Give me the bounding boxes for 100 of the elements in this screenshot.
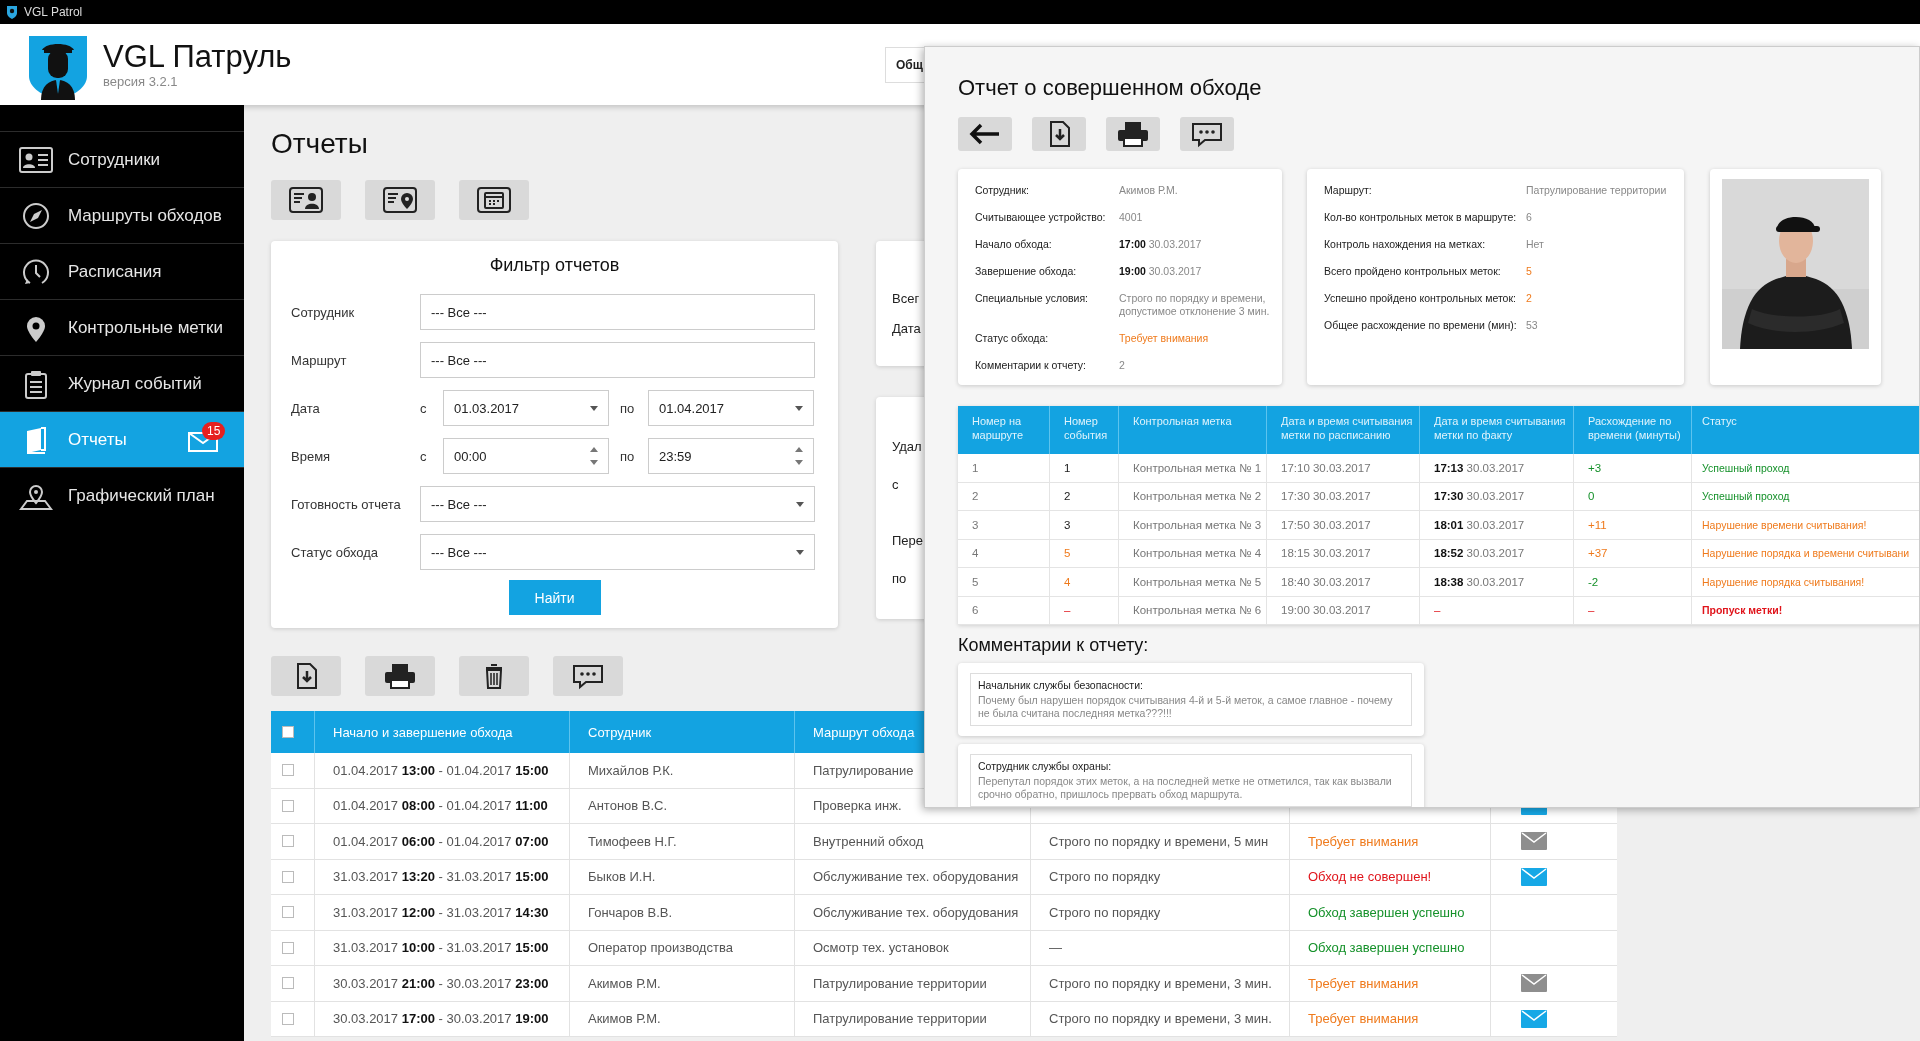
table-cell: Пропуск метки! xyxy=(1702,604,1783,617)
detail-label: Завершение обхода: xyxy=(975,265,1078,278)
table-cell: 17:30 30.03.2017 xyxy=(1434,490,1525,503)
table-cell: 4 xyxy=(1064,575,1071,588)
table-cell: Антонов В.С. xyxy=(588,798,668,814)
range-label: по xyxy=(620,448,636,464)
app-name: VGL Патруль xyxy=(103,40,292,74)
table-cell: Акимов Р.М. xyxy=(588,975,661,991)
table-cell: Контрольная метка № 4 xyxy=(1133,547,1262,560)
status-text: Обход завершен успешно xyxy=(1308,940,1465,956)
detail-value: 19:00 30.03.2017 xyxy=(1119,265,1202,278)
status-text: Требует внимания xyxy=(1308,1011,1419,1027)
table-cell: Нарушение времени считывания! xyxy=(1702,518,1867,531)
table-cell: – xyxy=(1588,604,1595,617)
table-cell: 6 xyxy=(972,604,979,617)
card-label: Дата xyxy=(892,321,922,338)
field-label: Статус обхода xyxy=(291,544,380,560)
table-cell: Строго по порядку xyxy=(1049,869,1161,885)
table-cell: Контрольная метка № 3 xyxy=(1133,518,1262,531)
field-label: Дата xyxy=(291,400,321,416)
table-cell: 17:50 30.03.2017 xyxy=(1281,518,1371,531)
table-cell: Обслуживание тех. оборудования xyxy=(813,869,1019,885)
table-cell: Внутренний обход xyxy=(813,833,924,849)
table-cell: 18:40 30.03.2017 xyxy=(1281,575,1371,588)
table-cell: Строго по порядку и времени, 5 мин xyxy=(1049,833,1269,849)
table-cell: +37 xyxy=(1588,547,1608,560)
detail-value: Акимов Р.М. xyxy=(1119,184,1178,197)
table-cell: Оператор производства xyxy=(588,940,733,956)
table-cell: 30.03.2017 17:00 - 30.03.2017 19:00 xyxy=(333,1011,549,1027)
table-cell: 3 xyxy=(1064,518,1071,531)
field-label: Готовность отчета xyxy=(291,496,402,512)
detail-label: Общее расхождение по времени (мин): xyxy=(1324,319,1518,332)
table-cell: Осмотр тех. установок xyxy=(813,940,949,956)
table-cell: Контрольная метка № 5 xyxy=(1133,575,1262,588)
detail-label: Считывающее устройство: xyxy=(975,211,1107,224)
table-cell: 1 xyxy=(972,461,979,474)
notification-badge: 15 xyxy=(202,422,226,440)
detail-label: Кол-во контрольных меток в маршруте: xyxy=(1324,211,1518,224)
table-cell: 5 xyxy=(972,575,979,588)
detail-value: 2 xyxy=(1119,359,1125,372)
table-cell: Михайлов Р.К. xyxy=(588,762,674,778)
table-cell: 3 xyxy=(972,518,979,531)
table-cell: Строго по порядку и времени, 3 мин. xyxy=(1049,975,1272,991)
range-label: с xyxy=(420,400,428,416)
detail-value: Нет xyxy=(1526,238,1544,251)
table-cell: 30.03.2017 21:00 - 30.03.2017 23:00 xyxy=(333,975,549,991)
field-label: Время xyxy=(291,448,332,464)
table-cell: Нарушение порядка и времени считывани xyxy=(1702,547,1910,560)
table-cell: 1 xyxy=(1064,461,1071,474)
table-cell: 18:38 30.03.2017 xyxy=(1434,575,1525,588)
table-cell: 0 xyxy=(1588,490,1595,503)
card-label: Пере xyxy=(892,533,925,550)
table-cell: 18:15 30.03.2017 xyxy=(1281,547,1371,560)
table-cell: +3 xyxy=(1588,461,1602,474)
detail-value: Строго по порядку и времени, допустимое отклонение 3 мин. xyxy=(1119,292,1271,318)
table-cell: Патрулирование xyxy=(813,762,914,778)
table-cell: Проверка инж. xyxy=(813,798,902,814)
detail-label: Комментарии к отчету: xyxy=(975,359,1088,372)
table-cell: Акимов Р.М. xyxy=(588,1011,661,1027)
table-cell: 4 xyxy=(972,547,979,560)
comment-author: Начальник службы безопасности: xyxy=(978,679,1144,691)
table-cell: Нарушение порядка считывания! xyxy=(1702,575,1865,588)
detail-label: Сотрудник: xyxy=(975,184,1030,197)
card-label: Удал xyxy=(892,439,923,456)
detail-value: 53 xyxy=(1526,319,1538,332)
table-cell: 5 xyxy=(1064,547,1071,560)
status-text: Требует внимания xyxy=(1308,975,1419,991)
card-label: по xyxy=(892,571,908,588)
detail-value: Патрулирование территории xyxy=(1526,184,1667,197)
table-cell: 31.03.2017 12:00 - 31.03.2017 14:30 xyxy=(333,904,549,920)
table-cell: – xyxy=(1064,604,1071,617)
table-cell: Успешный проход xyxy=(1702,490,1790,503)
table-cell: 18:01 30.03.2017 xyxy=(1434,518,1525,531)
detail-label: Маршрут: xyxy=(1324,184,1373,197)
table-cell: Строго по порядку и времени, 3 мин. xyxy=(1049,1011,1272,1027)
detail-label: Специальные условия: xyxy=(975,292,1090,306)
table-cell: Контрольная метка № 6 xyxy=(1133,604,1262,617)
card-label: Всег xyxy=(892,291,921,308)
comment-text: Перепутал порядок этих меток, а на последней метке не отметился, так как вызвали срочно обратно, пришлось прервать обход маршрута. xyxy=(978,775,1393,801)
section-title: Комментарии к отчету: xyxy=(958,635,1150,657)
table-cell: — xyxy=(1049,940,1062,956)
table-cell: 2 xyxy=(972,490,979,503)
table-cell: 31.03.2017 13:20 - 31.03.2017 15:00 xyxy=(333,869,549,885)
table-cell: 2 xyxy=(1064,490,1071,503)
table-cell: Патрулирование территории xyxy=(813,975,987,991)
table-cell: Строго по порядку xyxy=(1049,904,1161,920)
table-cell: 19:00 30.03.2017 xyxy=(1281,604,1371,617)
table-cell: Успешный проход xyxy=(1702,461,1790,474)
detail-value: 6 xyxy=(1526,211,1532,224)
table-cell: Патрулирование территории xyxy=(813,1011,987,1027)
field-label: Сотрудник xyxy=(291,304,356,320)
status-text: Обход завершен успешно xyxy=(1308,904,1465,920)
table-cell: 17:10 30.03.2017 xyxy=(1281,461,1371,474)
status-text: Обход не совершен! xyxy=(1308,869,1432,885)
detail-value: Требует внимания xyxy=(1119,332,1209,345)
table-cell: 17:30 30.03.2017 xyxy=(1281,490,1371,503)
table-cell: 01.04.2017 13:00 - 01.04.2017 15:00 xyxy=(333,762,549,778)
detail-value: 5 xyxy=(1526,265,1532,278)
table-cell: 01.04.2017 06:00 - 01.04.2017 07:00 xyxy=(333,833,549,849)
table-cell: +11 xyxy=(1588,518,1607,531)
